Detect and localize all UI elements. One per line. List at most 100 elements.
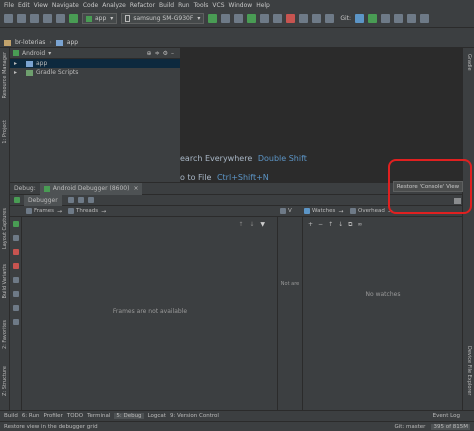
step-into-icon[interactable] <box>77 197 84 203</box>
history-icon[interactable] <box>394 14 404 23</box>
stop-icon[interactable] <box>13 249 19 255</box>
menu-build[interactable]: Build <box>159 2 174 9</box>
camera-icon[interactable] <box>13 291 19 297</box>
event-log-tab[interactable]: Event Log <box>433 413 460 419</box>
sdk-manager-icon[interactable] <box>312 14 322 23</box>
tree-item-gradle-scripts[interactable]: ▸ Gradle Scripts <box>10 68 180 77</box>
chevron-icon: → <box>57 207 63 215</box>
hint-shortcut: Double Shift <box>257 154 307 163</box>
rollback-icon[interactable] <box>407 14 417 23</box>
variables-icon <box>280 208 286 214</box>
debug-icon[interactable] <box>247 14 257 23</box>
hammer-icon[interactable] <box>69 14 78 23</box>
overhead-header[interactable]: Overhead → <box>350 208 393 215</box>
build-tab[interactable]: Build <box>4 413 18 419</box>
debug-tab[interactable]: 5: Debug <box>114 413 144 419</box>
variables-header[interactable]: V <box>280 208 292 214</box>
attach-debugger-icon[interactable] <box>273 14 283 23</box>
add-icon[interactable]: + <box>308 221 318 228</box>
remove-icon[interactable]: − <box>318 221 328 228</box>
back-icon[interactable] <box>43 14 52 23</box>
menu-view[interactable]: View <box>34 2 48 9</box>
open-folder-icon[interactable] <box>4 14 13 23</box>
memory-indicator[interactable]: 395 of 815M <box>431 423 470 430</box>
structure-tab[interactable]: Z: Structure <box>2 366 8 396</box>
step-out-icon[interactable] <box>87 197 94 203</box>
hide-icon[interactable]: – <box>171 50 177 57</box>
run-icon[interactable] <box>208 14 218 23</box>
watches-empty-text: No watches <box>365 291 401 298</box>
arrow-down-icon[interactable]: ↓ <box>249 221 260 228</box>
step-over-icon[interactable] <box>67 197 74 203</box>
run-tab[interactable]: 6: Run <box>22 413 40 419</box>
locate-icon[interactable]: ⊕ <box>147 50 155 57</box>
menu-refactor[interactable]: Refactor <box>130 2 155 9</box>
gradle-tab[interactable]: Gradle <box>466 54 472 71</box>
breadcrumb-project[interactable]: br-loterias <box>15 39 45 46</box>
build-variants-tab[interactable]: Build Variants <box>2 264 8 298</box>
vcs-update-icon[interactable] <box>355 14 365 23</box>
run-config-select[interactable]: app ▾ <box>82 13 118 24</box>
arrow-down-icon[interactable]: ↓ <box>338 221 348 228</box>
glasses-icon[interactable]: ∞ <box>357 221 367 228</box>
vcs-commit-icon[interactable] <box>368 14 378 23</box>
pin-icon[interactable] <box>13 319 19 325</box>
threads-label[interactable]: Threads <box>76 208 98 214</box>
menu-code[interactable]: Code <box>83 2 98 9</box>
device-file-explorer-tab[interactable]: Device File Explorer <box>466 346 472 395</box>
arrow-up-icon[interactable]: ↑ <box>238 221 249 228</box>
vcs-push-icon[interactable] <box>381 14 391 23</box>
menu-vcs[interactable]: VCS <box>212 2 224 9</box>
menu-tools[interactable]: Tools <box>194 2 209 9</box>
forward-icon[interactable] <box>56 14 65 23</box>
breadcrumb-module[interactable]: app <box>67 39 78 46</box>
frames-header[interactable]: Frames → Threads → <box>10 208 140 215</box>
menu-run[interactable]: Run <box>178 2 190 9</box>
watches-header[interactable]: Watches → <box>304 208 343 215</box>
chevron-down-icon[interactable]: ▾ <box>48 50 51 57</box>
layout-captures-tab[interactable]: Layout Captures <box>2 208 8 249</box>
menu-help[interactable]: Help <box>256 2 270 9</box>
git-branch[interactable]: Git: master <box>395 424 426 430</box>
project-view-select[interactable]: Android <box>22 50 45 57</box>
session-tab[interactable]: Android Debugger (8600) × <box>39 182 143 195</box>
close-icon[interactable]: × <box>133 185 138 192</box>
logcat-tab[interactable]: Logcat <box>148 413 166 419</box>
apply-changes-icon[interactable] <box>221 14 231 23</box>
favorites-tab[interactable]: 2: Favorites <box>2 320 8 349</box>
version-control-tab[interactable]: 9: Version Control <box>170 413 219 419</box>
menu-navigate[interactable]: Navigate <box>52 2 79 9</box>
expand-arrow-icon[interactable]: ▸ <box>14 69 17 76</box>
layout-inspector-icon[interactable] <box>325 14 335 23</box>
project-tab[interactable]: 1: Project <box>2 120 8 144</box>
arrow-up-icon[interactable]: ↑ <box>328 221 338 228</box>
avd-manager-icon[interactable] <box>299 14 309 23</box>
collapse-icon[interactable]: ≑ <box>155 50 163 57</box>
terminal-tab[interactable]: Terminal <box>87 413 110 419</box>
filter-icon[interactable]: ▼ <box>260 221 271 228</box>
profile-icon[interactable] <box>260 14 270 23</box>
menu-edit[interactable]: Edit <box>18 2 30 9</box>
rerun-icon[interactable] <box>14 197 20 203</box>
menu-file[interactable]: File <box>4 2 14 9</box>
expand-arrow-icon[interactable]: ▸ <box>14 60 17 67</box>
apply-code-icon[interactable] <box>234 14 244 23</box>
tree-item-app[interactable]: ▸ app <box>10 59 180 68</box>
todo-tab[interactable]: TODO <box>67 413 83 419</box>
gear-icon[interactable]: ⚙ <box>163 50 171 57</box>
stop-icon[interactable] <box>286 14 296 23</box>
profiler-tab[interactable]: Profiler <box>43 413 62 419</box>
save-icon[interactable] <box>17 14 26 23</box>
settings-icon[interactable] <box>13 305 19 311</box>
pause-icon[interactable] <box>13 235 19 241</box>
debugger-subtab[interactable]: Debugger <box>24 194 62 206</box>
resource-manager-tab[interactable]: Resource Manager <box>2 52 8 98</box>
sync-icon[interactable] <box>30 14 39 23</box>
resume-icon[interactable] <box>13 221 19 227</box>
mute-breakpoints-icon[interactable] <box>13 277 19 283</box>
device-select[interactable]: samsung SM-G930F ▾ <box>121 13 205 24</box>
menu-window[interactable]: Window <box>229 2 253 9</box>
view-breakpoints-icon[interactable] <box>13 263 19 269</box>
menu-analyze[interactable]: Analyze <box>102 2 126 9</box>
search-icon[interactable] <box>420 14 430 23</box>
